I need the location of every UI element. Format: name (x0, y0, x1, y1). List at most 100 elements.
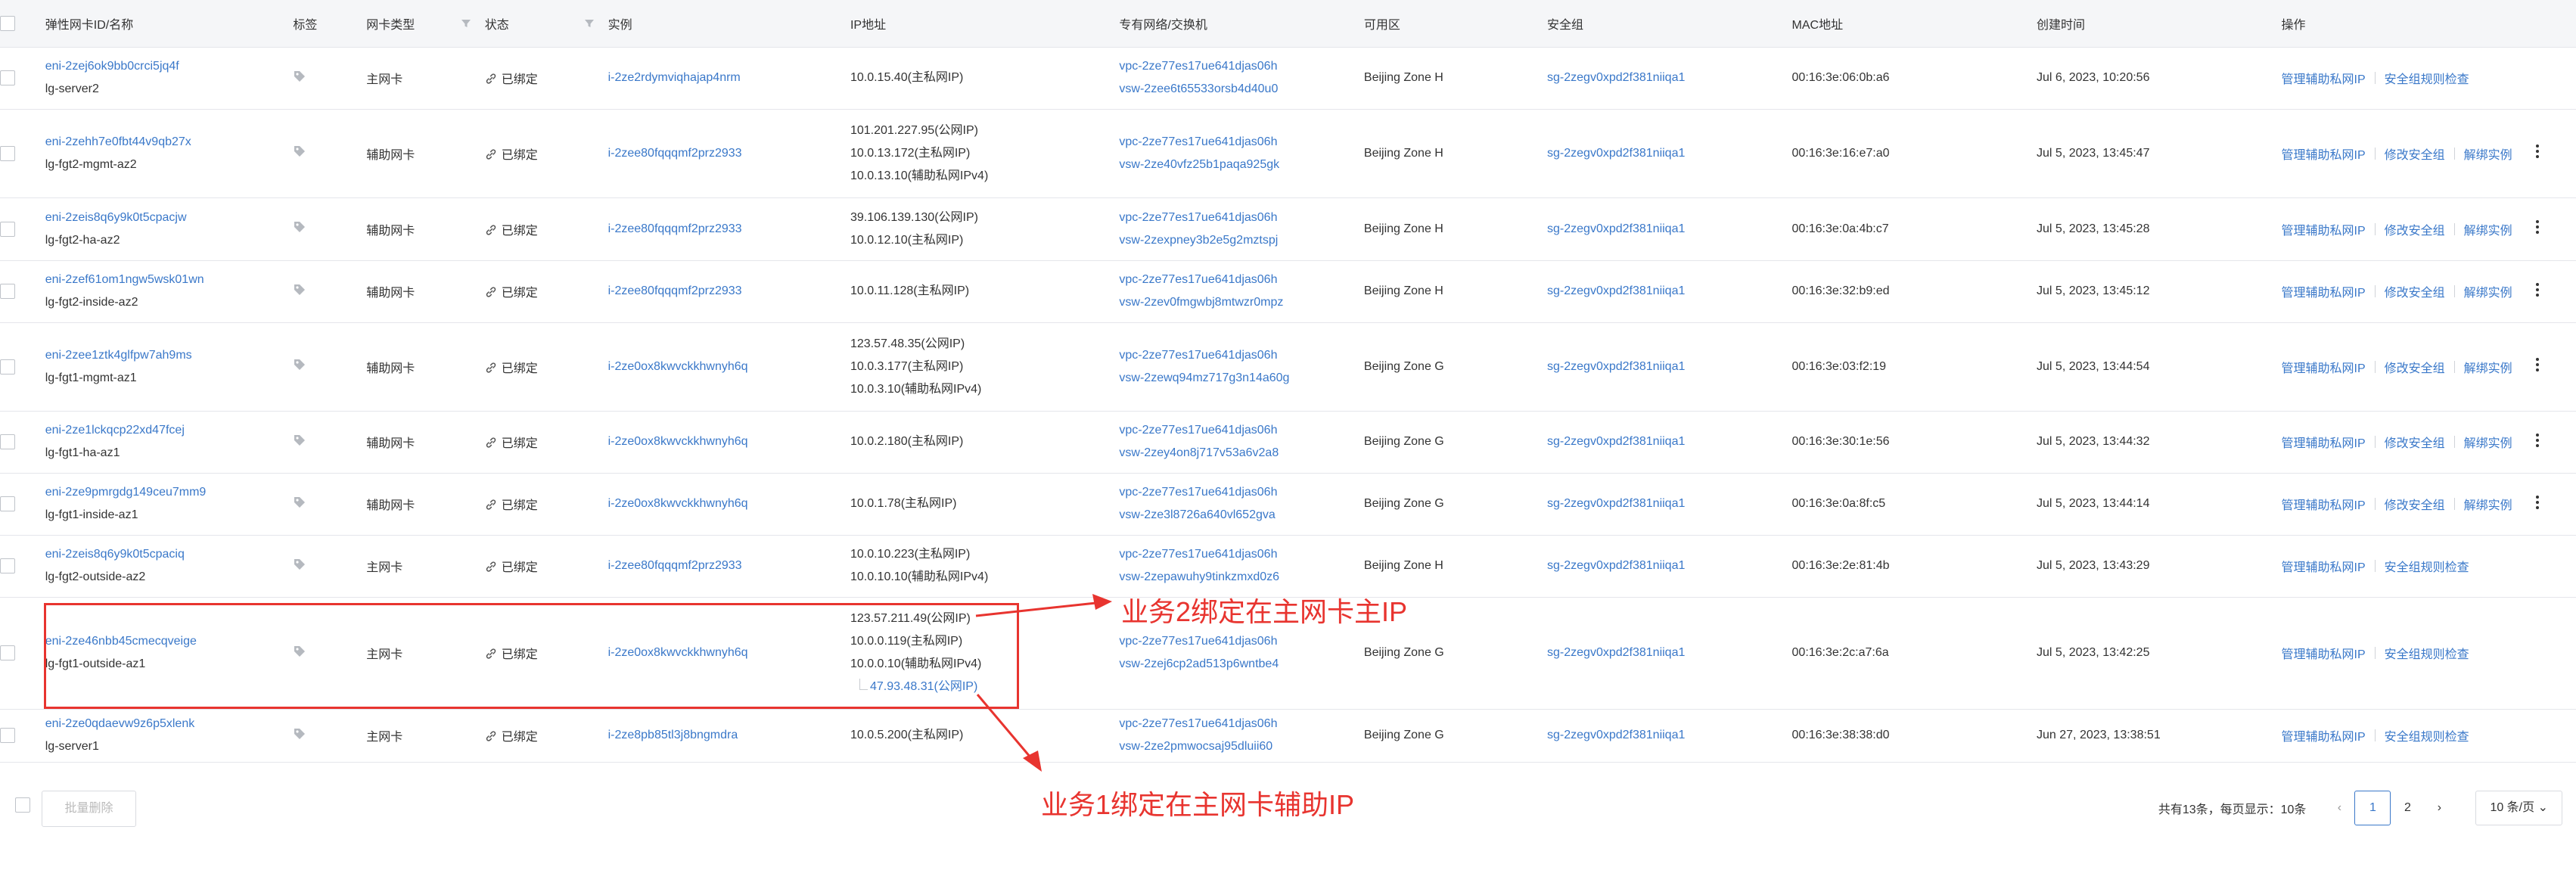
prev-page-icon[interactable]: ‹ (2324, 801, 2354, 815)
security-group-link[interactable]: sg-2zegv0xpd2f381niiqa1 (1547, 497, 1685, 510)
vswitch-link[interactable]: vsw-2zewq94mz717g3n14a60g (1119, 367, 1364, 390)
eni-id-link[interactable]: eni-2zee1ztk4glfpw7ah9ms (45, 344, 294, 367)
security-group-link[interactable]: sg-2zegv0xpd2f381niiqa1 (1547, 222, 1685, 235)
manage-secondary-ip-link[interactable]: 管理辅助私网IP (2282, 495, 2366, 513)
more-options-icon[interactable] (2512, 219, 2540, 239)
manage-secondary-ip-link[interactable]: 管理辅助私网IP (2282, 69, 2366, 87)
row-checkbox[interactable] (0, 558, 15, 573)
instance-link[interactable]: i-2zee80fqqqmf2prz2933 (608, 559, 742, 572)
instance-link[interactable]: i-2zee80fqqqmf2prz2933 (608, 222, 742, 235)
batch-delete-button[interactable]: 批量删除 (42, 791, 136, 827)
eni-id-link[interactable]: eni-2zef61om1ngw5wsk01wn (45, 269, 294, 291)
security-group-link[interactable]: sg-2zegv0xpd2f381niiqa1 (1547, 559, 1685, 572)
row-checkbox[interactable] (0, 284, 15, 299)
eni-id-link[interactable]: eni-2ze46nbb45cmecqveige (45, 630, 294, 653)
filter-icon[interactable] (584, 18, 595, 29)
row-checkbox[interactable] (0, 221, 15, 237)
eni-id-link[interactable]: eni-2ze9pmrgdg149ceu7mm9 (45, 481, 294, 504)
row-op-link[interactable]: 安全组规则检查 (2385, 69, 2469, 87)
tag-icon[interactable] (293, 222, 306, 237)
vswitch-link[interactable]: vsw-2ze40vfz25b1paqa925gk (1119, 154, 1364, 176)
row-op-link[interactable]: 修改安全组 (2385, 220, 2445, 238)
vpc-link[interactable]: vpc-2ze77es17ue641djas06h (1119, 344, 1364, 367)
filter-icon[interactable] (461, 18, 471, 29)
instance-link[interactable]: i-2ze0ox8kwvckkhwnyh6q (608, 497, 748, 510)
security-group-link[interactable]: sg-2zegv0xpd2f381niiqa1 (1547, 284, 1685, 297)
instance-link[interactable]: i-2ze0ox8kwvckkhwnyh6q (608, 435, 748, 448)
vpc-link[interactable]: vpc-2ze77es17ue641djas06h (1119, 481, 1364, 504)
tag-icon[interactable] (293, 70, 306, 86)
tag-icon[interactable] (293, 496, 306, 512)
security-group-link[interactable]: sg-2zegv0xpd2f381niiqa1 (1547, 360, 1685, 373)
instance-link[interactable]: i-2ze2rdymviqhajap4nrm (608, 71, 741, 84)
tag-icon[interactable] (293, 146, 306, 161)
vswitch-link[interactable]: vsw-2zee6t65533orsb4d40u0 (1119, 78, 1364, 101)
unbind-instance-link[interactable]: 解绑实例 (2464, 145, 2512, 163)
row-op-link[interactable]: 修改安全组 (2385, 433, 2445, 451)
vswitch-link[interactable]: vsw-2ze2pmwocsaj95dluii60 (1119, 735, 1364, 758)
vpc-link[interactable]: vpc-2ze77es17ue641djas06h (1119, 713, 1364, 735)
row-op-link[interactable]: 安全组规则检查 (2385, 726, 2469, 744)
vpc-link[interactable]: vpc-2ze77es17ue641djas06h (1119, 630, 1364, 653)
vswitch-link[interactable]: vsw-2zej6cp2ad513p6wntbe4 (1119, 653, 1364, 676)
row-op-link[interactable]: 安全组规则检查 (2385, 557, 2469, 575)
unbind-instance-link[interactable]: 解绑实例 (2464, 282, 2512, 300)
security-group-link[interactable]: sg-2zegv0xpd2f381niiqa1 (1547, 71, 1685, 84)
row-checkbox[interactable] (0, 434, 15, 449)
eni-id-link[interactable]: eni-2zeis8q6y9k0t5cpacjw (45, 207, 294, 229)
more-options-icon[interactable] (2512, 281, 2540, 302)
manage-secondary-ip-link[interactable]: 管理辅助私网IP (2282, 644, 2366, 662)
vpc-link[interactable]: vpc-2ze77es17ue641djas06h (1119, 543, 1364, 566)
vswitch-link[interactable]: vsw-2zexpney3b2e5g2mztspj (1119, 229, 1364, 252)
next-page-icon[interactable]: › (2424, 801, 2454, 815)
row-checkbox[interactable] (0, 70, 15, 85)
row-checkbox[interactable] (0, 645, 15, 660)
unbind-instance-link[interactable]: 解绑实例 (2464, 495, 2512, 513)
manage-secondary-ip-link[interactable]: 管理辅助私网IP (2282, 557, 2366, 575)
secondary-public-ip[interactable]: 47.93.48.31(公网IP) (850, 676, 1119, 698)
row-checkbox[interactable] (0, 728, 15, 743)
page-2-button[interactable]: 2 (2391, 791, 2424, 825)
tag-icon[interactable] (293, 359, 306, 375)
select-all-checkbox[interactable] (0, 15, 15, 31)
vpc-link[interactable]: vpc-2ze77es17ue641djas06h (1119, 269, 1364, 291)
row-op-link[interactable]: 修改安全组 (2385, 282, 2445, 300)
unbind-instance-link[interactable]: 解绑实例 (2464, 220, 2512, 238)
manage-secondary-ip-link[interactable]: 管理辅助私网IP (2282, 433, 2366, 451)
manage-secondary-ip-link[interactable]: 管理辅助私网IP (2282, 358, 2366, 376)
instance-link[interactable]: i-2zee80fqqqmf2prz2933 (608, 147, 742, 160)
tag-icon[interactable] (293, 434, 306, 450)
security-group-link[interactable]: sg-2zegv0xpd2f381niiqa1 (1547, 729, 1685, 741)
instance-link[interactable]: i-2ze0ox8kwvckkhwnyh6q (608, 646, 748, 659)
unbind-instance-link[interactable]: 解绑实例 (2464, 358, 2512, 376)
instance-link[interactable]: i-2zee80fqqqmf2prz2933 (608, 284, 742, 297)
vswitch-link[interactable]: vsw-2ze3l8726a640vl652gva (1119, 504, 1364, 527)
vpc-link[interactable]: vpc-2ze77es17ue641djas06h (1119, 419, 1364, 442)
manage-secondary-ip-link[interactable]: 管理辅助私网IP (2282, 145, 2366, 163)
eni-id-link[interactable]: eni-2ze0qdaevw9z6p5xlenk (45, 713, 294, 735)
instance-link[interactable]: i-2ze0ox8kwvckkhwnyh6q (608, 360, 748, 373)
more-options-icon[interactable] (2512, 432, 2540, 452)
row-op-link[interactable]: 安全组规则检查 (2385, 644, 2469, 662)
vswitch-link[interactable]: vsw-2zey4on8j717v53a6v2a8 (1119, 442, 1364, 465)
tag-icon[interactable] (293, 558, 306, 574)
manage-secondary-ip-link[interactable]: 管理辅助私网IP (2282, 282, 2366, 300)
tag-icon[interactable] (293, 728, 306, 744)
tag-icon[interactable] (293, 284, 306, 300)
row-op-link[interactable]: 修改安全组 (2385, 495, 2445, 513)
vpc-link[interactable]: vpc-2ze77es17ue641djas06h (1119, 55, 1364, 78)
vpc-link[interactable]: vpc-2ze77es17ue641djas06h (1119, 207, 1364, 229)
page-size-select[interactable]: 10 条/页 ⌄ (2475, 791, 2562, 825)
tag-icon[interactable] (293, 645, 306, 661)
more-options-icon[interactable] (2512, 494, 2540, 514)
eni-id-link[interactable]: eni-2zej6ok9bb0crci5jq4f (45, 55, 294, 78)
row-op-link[interactable]: 修改安全组 (2385, 145, 2445, 163)
vswitch-link[interactable]: vsw-2zev0fmgwbj8mtwzr0mpz (1119, 291, 1364, 314)
eni-id-link[interactable]: eni-2zeis8q6y9k0t5cpaciq (45, 543, 294, 566)
manage-secondary-ip-link[interactable]: 管理辅助私网IP (2282, 220, 2366, 238)
vswitch-link[interactable]: vsw-2zepawuhy9tinkzmxd0z6 (1119, 566, 1364, 589)
row-checkbox[interactable] (0, 359, 15, 375)
page-1-button[interactable]: 1 (2354, 791, 2391, 825)
row-op-link[interactable]: 修改安全组 (2385, 358, 2445, 376)
security-group-link[interactable]: sg-2zegv0xpd2f381niiqa1 (1547, 646, 1685, 659)
